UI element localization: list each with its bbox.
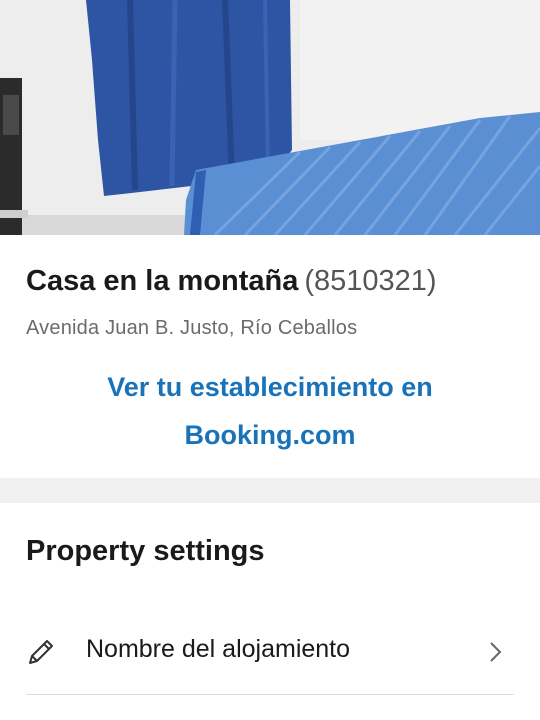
- view-on-booking-link-line2[interactable]: Booking.com: [0, 411, 540, 459]
- view-on-booking-link-line1[interactable]: Ver tu establecimiento en: [0, 363, 540, 411]
- settings-item-property-name[interactable]: Nombre del alojamiento: [0, 615, 540, 691]
- view-on-booking-link[interactable]: Ver tu establecimiento en Booking.com: [0, 363, 540, 459]
- property-name: Casa en la montaña: [26, 265, 299, 297]
- settings-item-label: Nombre del alojamiento: [86, 635, 351, 663]
- property-title: Casa en la montaña (8510321): [26, 265, 437, 298]
- pencil-icon: [29, 640, 53, 664]
- property-photo[interactable]: [0, 0, 540, 235]
- property-settings-section: Property settings Nombre del alojamiento: [0, 503, 540, 720]
- section-title: Property settings: [26, 535, 265, 567]
- bedroom-image: [0, 0, 540, 235]
- property-info-card: Casa en la montaña (8510321) Avenida Juan…: [0, 235, 540, 478]
- property-address: Avenida Juan B. Justo, Río Ceballos: [26, 317, 358, 339]
- divider: [26, 694, 514, 695]
- section-separator: [0, 478, 540, 503]
- chevron-right-icon: [490, 642, 502, 662]
- property-id: (8510321): [304, 265, 437, 297]
